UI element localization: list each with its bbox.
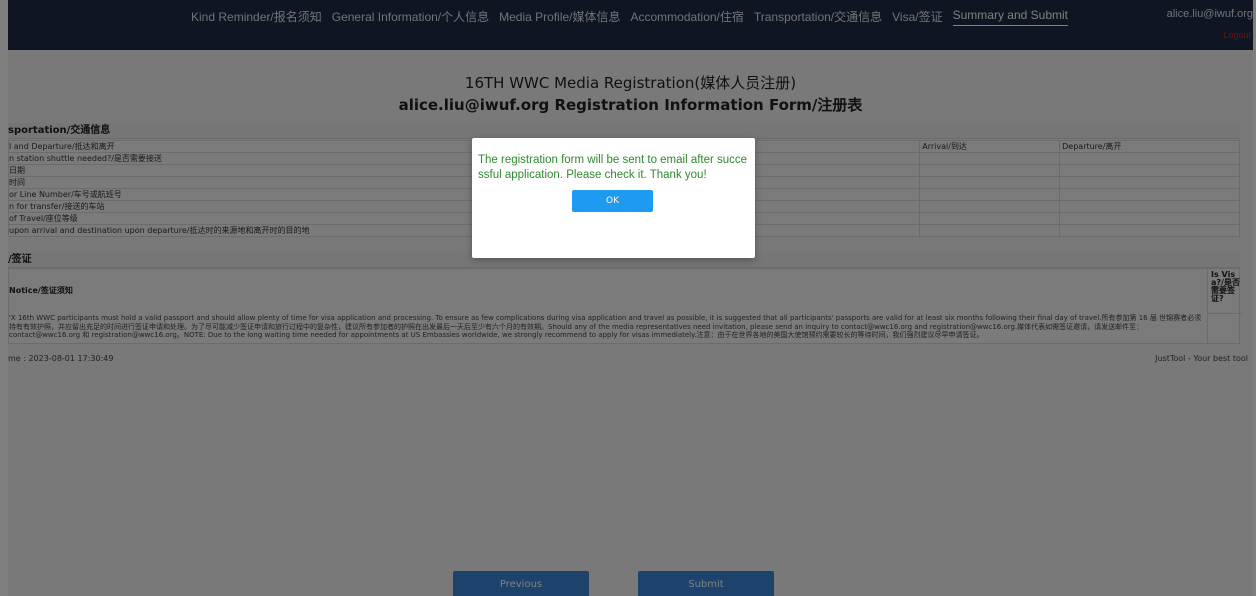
dialog-message: The registration form will be sent to em… [478, 154, 748, 181]
modal-overlay [0, 0, 1256, 596]
confirmation-dialog: The registration form will be sent to em… [472, 138, 755, 258]
ok-button[interactable]: OK [572, 190, 653, 212]
